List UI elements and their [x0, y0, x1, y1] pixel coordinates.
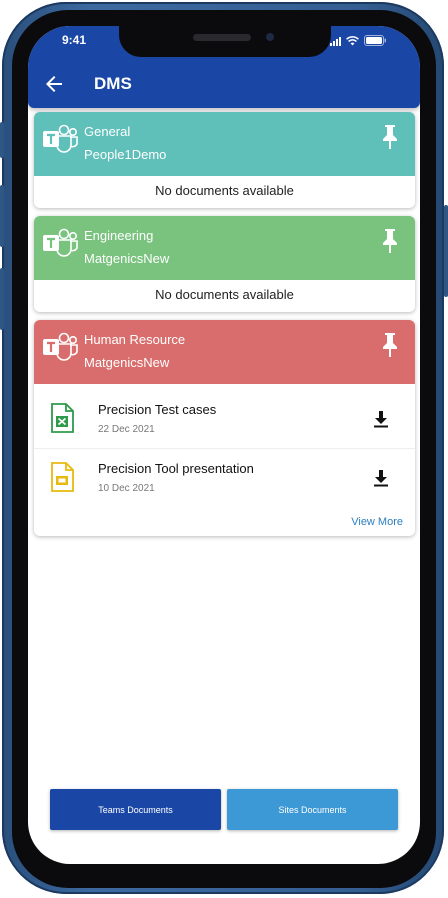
document-row[interactable]: Precision Tool presentation 10 Dec 2021: [34, 449, 415, 507]
app-screen: 9:41 DMS General People1Demo No document…: [28, 26, 420, 864]
teams-logo-icon: [43, 228, 78, 257]
team-name: MatgenicsNew: [84, 251, 170, 266]
teams-documents-button[interactable]: Teams Documents: [50, 789, 221, 830]
teams-logo-icon: [43, 332, 78, 361]
sites-documents-button[interactable]: Sites Documents: [227, 789, 398, 830]
team-name: MatgenicsNew: [84, 355, 170, 370]
document-date: 10 Dec 2021: [98, 483, 155, 494]
teams-logo-icon: [43, 124, 78, 153]
page-title: DMS: [94, 74, 132, 93]
back-arrow-icon[interactable]: [42, 72, 66, 96]
phone-volume-down: [0, 268, 4, 330]
phone-notch: [119, 26, 331, 57]
channel-header[interactable]: General People1Demo: [34, 112, 415, 176]
front-camera: [266, 33, 274, 41]
speaker-grille: [193, 34, 251, 41]
channel-name: General: [84, 124, 131, 139]
channel-name: Human Resource: [84, 332, 186, 347]
team-name: People1Demo: [84, 147, 167, 162]
empty-state-text: No documents available: [155, 287, 294, 302]
view-more-link[interactable]: View More: [351, 516, 403, 528]
document-date: 22 Dec 2021: [98, 424, 155, 435]
download-icon[interactable]: [373, 469, 389, 487]
battery-icon: [364, 35, 386, 46]
status-time: 9:41: [62, 33, 87, 47]
status-icons: [330, 35, 386, 46]
slides-file-icon: [51, 462, 74, 492]
cellular-signal-icon: [330, 37, 341, 46]
channel-header[interactable]: Engineering MatgenicsNew: [34, 216, 415, 280]
phone-power-button: [444, 205, 448, 297]
channel-name: Engineering: [84, 228, 154, 243]
pin-icon[interactable]: [379, 124, 401, 150]
channel-card-general[interactable]: General People1Demo No documents availab…: [34, 112, 415, 208]
channel-card-engineering[interactable]: Engineering MatgenicsNew No documents av…: [34, 216, 415, 312]
document-row[interactable]: Precision Test cases 22 Dec 2021: [34, 390, 415, 449]
empty-state-text: No documents available: [155, 183, 294, 198]
pin-icon[interactable]: [379, 228, 401, 254]
download-icon[interactable]: [373, 410, 389, 428]
phone-side-button: [0, 122, 4, 158]
document-title: Precision Tool presentation: [98, 461, 254, 476]
phone-volume-up: [0, 185, 4, 247]
excel-file-icon: [51, 403, 74, 433]
channel-card-human-resource[interactable]: Human Resource MatgenicsNew Precision Te…: [34, 320, 415, 536]
pin-icon[interactable]: [379, 332, 401, 358]
document-title: Precision Test cases: [98, 402, 217, 417]
wifi-icon: [346, 36, 359, 46]
channel-header[interactable]: Human Resource MatgenicsNew: [34, 320, 415, 384]
